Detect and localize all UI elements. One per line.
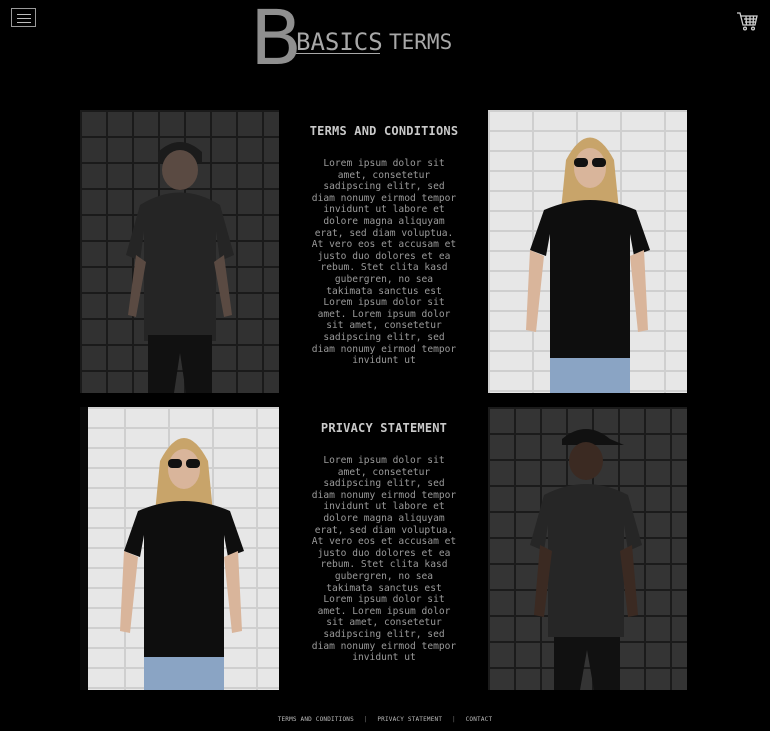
logo-underline bbox=[296, 53, 380, 54]
logo-brand: BASICS bbox=[296, 28, 383, 56]
footer-nav: TERMS AND CONDITIONS | PRIVACY STATEMENT… bbox=[0, 716, 770, 723]
terms-body: Lorem ipsum dolor sit amet, consetetur s… bbox=[311, 158, 457, 367]
hamburger-menu-icon[interactable] bbox=[11, 8, 36, 27]
footer-link-terms[interactable]: TERMS AND CONDITIONS bbox=[272, 716, 360, 723]
footer-link-privacy[interactable]: PRIVACY STATEMENT bbox=[371, 716, 448, 723]
product-photo-woman-2 bbox=[80, 407, 279, 690]
privacy-section: PRIVACY STATEMENT Lorem ipsum dolor sit … bbox=[309, 421, 459, 664]
logo-letter: B bbox=[250, 0, 303, 82]
terms-heading: TERMS AND CONDITIONS bbox=[309, 124, 459, 138]
footer-separator: | bbox=[363, 716, 368, 723]
product-photo-woman-1 bbox=[488, 110, 687, 393]
page-title: TERMS bbox=[389, 30, 453, 54]
shopping-cart-icon[interactable] bbox=[736, 11, 758, 31]
privacy-body: Lorem ipsum dolor sit amet, consetetur s… bbox=[311, 455, 457, 664]
privacy-heading: PRIVACY STATEMENT bbox=[320, 421, 448, 435]
logo-dot bbox=[290, 40, 295, 45]
site-logo[interactable]: B BASICS TERMS bbox=[250, 0, 470, 80]
footer-link-contact[interactable]: CONTACT bbox=[460, 716, 499, 723]
product-photo-man-2 bbox=[488, 407, 687, 690]
footer-separator: | bbox=[452, 716, 456, 723]
terms-section: TERMS AND CONDITIONS Lorem ipsum dolor s… bbox=[309, 124, 459, 367]
product-photo-man-1 bbox=[80, 110, 279, 393]
